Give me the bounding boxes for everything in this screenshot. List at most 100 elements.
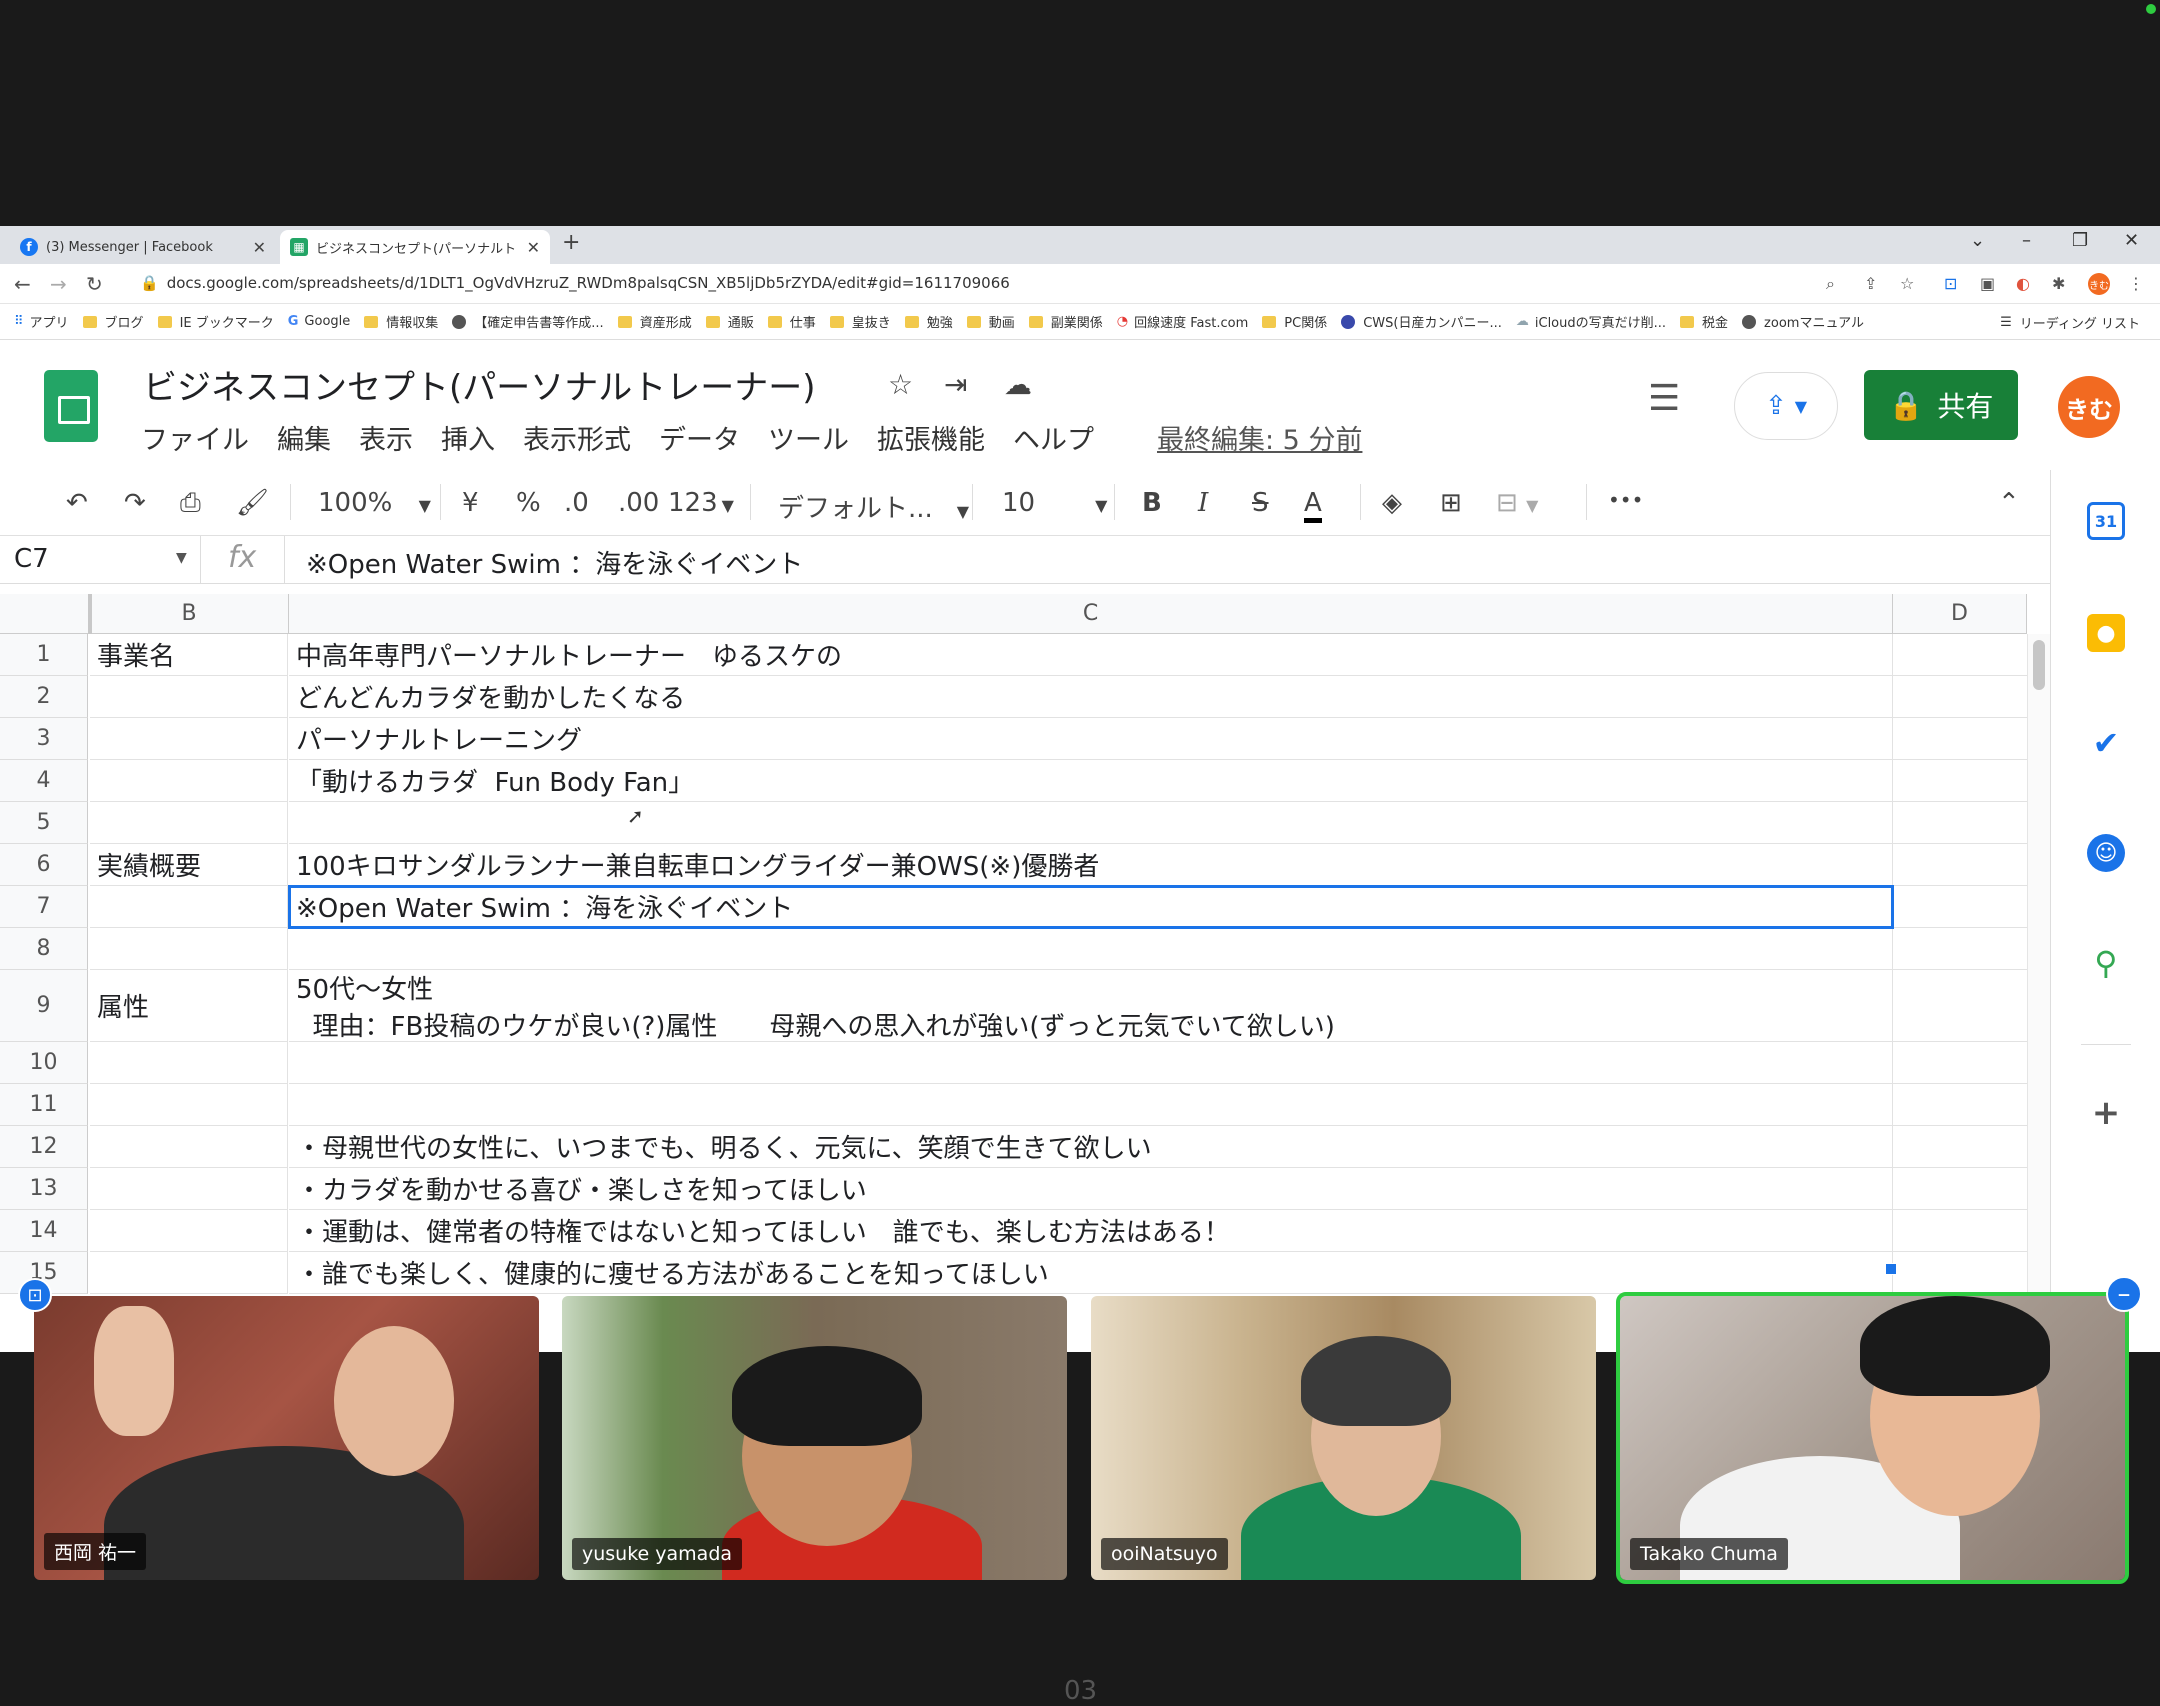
row-header[interactable]: 5: [0, 802, 88, 844]
cell-c[interactable]: ・母親世代の女性に、いつまでも、明るく、元気に、笑顔で生きて欲しい: [289, 1126, 1893, 1168]
cloud-status-icon[interactable]: ☁: [1004, 368, 1032, 401]
cell-b[interactable]: 属性: [90, 970, 288, 1042]
sheets-logo-icon[interactable]: [44, 370, 98, 442]
row-header[interactable]: 2: [0, 676, 88, 718]
row-header[interactable]: 12: [0, 1126, 88, 1168]
cell-b[interactable]: [90, 1084, 288, 1126]
zoom-select[interactable]: 100% ▼: [318, 488, 431, 518]
cell-d[interactable]: [1893, 1252, 2027, 1294]
column-header-b[interactable]: B: [90, 594, 289, 634]
undo-icon[interactable]: ↶: [66, 488, 88, 518]
redo-icon[interactable]: ↷: [124, 488, 146, 518]
cell-c[interactable]: ・誰でも楽しく、健康的に痩せる方法があることを知ってほしい: [289, 1252, 1893, 1294]
tab-messenger[interactable]: f (3) Messenger | Facebook ✕: [10, 230, 276, 264]
menu-help[interactable]: ヘルプ: [1013, 418, 1094, 457]
cell-d[interactable]: [1893, 634, 2027, 676]
cell-b[interactable]: [90, 760, 288, 802]
close-icon[interactable]: ✕: [253, 238, 266, 257]
row-header[interactable]: 11: [0, 1084, 88, 1126]
tasks-icon[interactable]: ✔: [2087, 724, 2125, 762]
menu-format[interactable]: 表示形式: [523, 418, 631, 457]
document-title[interactable]: ビジネスコンセプト(パーソナルトレーナー): [143, 360, 816, 409]
cell-d[interactable]: [1893, 1210, 2027, 1252]
italic-button[interactable]: I: [1198, 488, 1208, 518]
cell-c[interactable]: [289, 1042, 1893, 1084]
move-folder-icon[interactable]: ⇥: [944, 368, 967, 401]
contacts-icon[interactable]: ☺: [2087, 834, 2125, 872]
cell-d[interactable]: [1893, 1168, 2027, 1210]
row-header[interactable]: 10: [0, 1042, 88, 1084]
add-addon-icon[interactable]: +: [2087, 1093, 2125, 1133]
tab-search-icon[interactable]: ⌄: [1970, 230, 1985, 251]
merge-cells-icon[interactable]: ⊟ ▼: [1496, 488, 1538, 518]
extension-color-icon[interactable]: ◐: [2016, 274, 2030, 293]
cell-b[interactable]: [90, 1252, 288, 1294]
cell-b[interactable]: 事業名: [90, 634, 288, 676]
name-box[interactable]: C7: [14, 544, 49, 574]
font-select[interactable]: デフォルト... ▼: [778, 488, 969, 525]
star-icon[interactable]: ☆: [888, 368, 913, 401]
share-page-icon[interactable]: ⇪: [1864, 274, 1877, 293]
zoom-lens-icon[interactable]: ⌕: [1826, 274, 1835, 294]
cell-d[interactable]: [1893, 970, 2027, 1042]
bookmark-item[interactable]: 情報収集: [364, 312, 438, 331]
participant-tile-active[interactable]: Takako Chuma: [1616, 1292, 2129, 1584]
puzzle-icon[interactable]: ✱: [2052, 274, 2065, 293]
last-edit-link[interactable]: 最終編集: 5 分前: [1157, 418, 1362, 457]
menu-tools[interactable]: ツール: [768, 418, 849, 457]
menu-edit[interactable]: 編集: [277, 418, 331, 457]
cell-b[interactable]: 実績概要: [90, 844, 288, 886]
participant-tile[interactable]: yusuke yamada: [562, 1296, 1067, 1580]
strikethrough-button[interactable]: S: [1252, 488, 1269, 518]
row-header[interactable]: 3: [0, 718, 88, 760]
close-icon[interactable]: ✕: [527, 238, 540, 257]
bookmark-item[interactable]: 皇抜き: [829, 312, 891, 331]
bookmark-item[interactable]: G Google: [288, 314, 351, 329]
cell-b[interactable]: [90, 1042, 288, 1084]
cell-d[interactable]: [1893, 844, 2027, 886]
bold-button[interactable]: B: [1142, 488, 1162, 518]
more-options-button[interactable]: •••: [1608, 488, 1643, 512]
menu-extensions[interactable]: 拡張機能: [877, 418, 985, 457]
reload-icon[interactable]: ↻: [86, 272, 103, 296]
cell-b[interactable]: [90, 1126, 288, 1168]
collapse-toolbar-icon[interactable]: ⌃: [1998, 488, 2020, 518]
menu-view[interactable]: 表示: [359, 418, 413, 457]
row-header[interactable]: 4: [0, 760, 88, 802]
cell-d[interactable]: [1893, 886, 2027, 928]
print-icon[interactable]: ⎙: [180, 488, 201, 519]
decrease-decimal-button[interactable]: .0: [564, 488, 589, 518]
chevron-down-icon[interactable]: ▼: [176, 550, 187, 566]
extension-icon[interactable]: ▣: [1980, 274, 1995, 293]
cell-d[interactable]: [1893, 676, 2027, 718]
row-header[interactable]: 14: [0, 1210, 88, 1252]
bookmark-item[interactable]: zoomマニュアル: [1742, 312, 1864, 331]
cell-b[interactable]: [90, 1168, 288, 1210]
select-all-corner[interactable]: [0, 594, 90, 634]
menu-insert[interactable]: 挿入: [441, 418, 495, 457]
cell-b[interactable]: [90, 928, 288, 970]
comments-icon[interactable]: ☰: [1648, 378, 1680, 419]
restore-icon[interactable]: ❐: [2072, 230, 2088, 251]
fill-handle[interactable]: [1885, 1263, 1897, 1275]
profile-avatar[interactable]: きむ: [2088, 273, 2110, 295]
bookmark-item[interactable]: 仕事: [767, 312, 816, 331]
bookmark-item[interactable]: 通販: [705, 312, 754, 331]
cell-d[interactable]: [1893, 928, 2027, 970]
cell-b[interactable]: [90, 802, 288, 844]
menu-kebab-icon[interactable]: ⋮: [2128, 274, 2144, 293]
row-header[interactable]: 6: [0, 844, 88, 886]
participant-tile[interactable]: ooiNatsuyo: [1091, 1296, 1596, 1580]
paint-format-icon[interactable]: 🖌: [236, 488, 269, 518]
bookmark-item[interactable]: CWS(日産カンパニー...: [1341, 312, 1502, 331]
row-header[interactable]: 8: [0, 928, 88, 970]
reading-list[interactable]: ☰ リーディング リスト: [2000, 304, 2140, 340]
column-header-c[interactable]: C: [289, 594, 1893, 634]
new-tab-icon[interactable]: +: [562, 230, 580, 255]
menu-data[interactable]: データ: [659, 418, 740, 457]
window-close-icon[interactable]: ✕: [2124, 230, 2139, 251]
cell-d[interactable]: [1893, 718, 2027, 760]
cell-c[interactable]: 中高年専門パーソナルトレーナー ゆるスケの: [289, 634, 1893, 676]
bookmark-item[interactable]: 副業関係: [1028, 312, 1103, 331]
increase-decimal-button[interactable]: .00: [618, 488, 659, 518]
